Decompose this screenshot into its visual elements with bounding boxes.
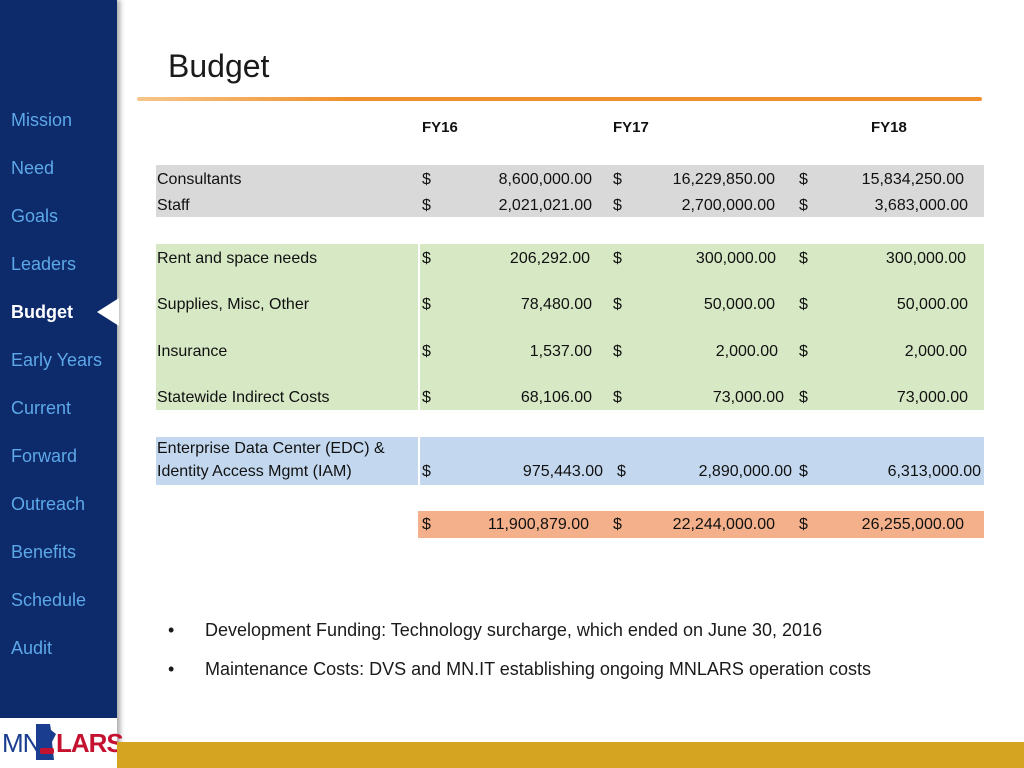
total-fy16: 11,900,879.00 (487, 516, 589, 533)
currency-sign: $ (422, 250, 431, 267)
currency-sign: $ (422, 171, 431, 188)
row-label-edc-line1: Enterprise Data Center (EDC) & (157, 440, 385, 457)
bullet-icon: • (168, 620, 175, 640)
cell-insurance-fy18: 2,000.00 (904, 343, 967, 360)
currency-sign: $ (422, 296, 431, 313)
minnesota-state-icon (36, 724, 56, 760)
nav-item-goals[interactable]: Goals (11, 206, 58, 227)
cell-rent-fy17: 300,000.00 (695, 250, 776, 267)
cell-edc-iam-fy17: 2,890,000.00 (698, 463, 792, 480)
cell-indirect-fy17: 73,000.00 (712, 389, 784, 406)
logo-lars-text: LARS (56, 728, 124, 758)
bullet-icon: • (168, 659, 175, 679)
nav-item-schedule[interactable]: Schedule (11, 590, 86, 611)
cell-edc-iam-fy16: 975,443.00 (522, 463, 603, 480)
cell-staff-fy16: 2,021,021.00 (498, 197, 592, 214)
operating-costs-divider (418, 244, 420, 410)
row-label-consultants: Consultants (157, 171, 242, 188)
currency-sign: $ (617, 463, 626, 480)
cell-rent-fy18: 300,000.00 (885, 250, 966, 267)
nav-item-current[interactable]: Current (11, 398, 71, 419)
cell-insurance-fy16: 1,537.00 (529, 343, 592, 360)
cell-staff-fy18: 3,683,000.00 (874, 197, 968, 214)
active-item-pointer (97, 298, 119, 326)
nav-item-early-years[interactable]: Early Years (11, 350, 102, 371)
currency-sign: $ (799, 516, 808, 533)
currency-sign: $ (799, 389, 808, 406)
row-label-statewide-indirect: Statewide Indirect Costs (157, 389, 330, 406)
currency-sign: $ (422, 516, 431, 533)
column-header-fy18: FY18 (871, 119, 907, 136)
cell-edc-iam-fy18: 6,313,000.00 (887, 463, 981, 480)
nav-item-mission[interactable]: Mission (11, 110, 72, 131)
row-label-insurance: Insurance (157, 343, 228, 360)
currency-sign: $ (799, 343, 808, 360)
currency-sign: $ (613, 197, 622, 214)
currency-sign: $ (799, 171, 808, 188)
cell-supplies-fy17: 50,000.00 (703, 296, 775, 313)
column-header-fy17: FY17 (613, 119, 649, 136)
bullet-text-development-funding: Development Funding: Technology surcharg… (205, 620, 823, 640)
row-label-staff: Staff (157, 197, 190, 214)
total-fy18: 26,255,000.00 (861, 516, 964, 533)
cell-consultants-fy18: 15,834,250.00 (861, 171, 964, 188)
cell-rent-fy16: 206,292.00 (509, 250, 590, 267)
currency-sign: $ (799, 463, 808, 480)
currency-sign: $ (613, 250, 622, 267)
currency-sign: $ (613, 516, 622, 533)
cell-staff-fy17: 2,700,000.00 (681, 197, 775, 214)
cell-indirect-fy18: 73,000.00 (896, 389, 968, 406)
currency-sign: $ (422, 389, 431, 406)
currency-sign: $ (613, 343, 622, 360)
cell-consultants-fy16: 8,600,000.00 (498, 171, 592, 188)
bullet-text-maintenance-costs: Maintenance Costs: DVS and MN.IT establi… (205, 659, 872, 679)
edc-iam-divider (418, 437, 420, 485)
operating-costs-band (156, 244, 984, 410)
sidebar-nav: Mission Need Goals Leaders Budget Early … (0, 0, 119, 768)
row-label-supplies: Supplies, Misc, Other (157, 296, 310, 313)
nav-item-audit[interactable]: Audit (11, 638, 52, 659)
cell-supplies-fy18: 50,000.00 (896, 296, 968, 313)
currency-sign: $ (799, 250, 808, 267)
column-header-fy16: FY16 (422, 119, 458, 136)
cell-consultants-fy17: 16,229,850.00 (672, 171, 775, 188)
row-label-rent: Rent and space needs (157, 250, 318, 267)
nav-item-budget[interactable]: Budget (11, 302, 73, 323)
currency-sign: $ (422, 463, 431, 480)
currency-sign: $ (799, 296, 808, 313)
nav-item-leaders[interactable]: Leaders (11, 254, 76, 275)
total-fy17: 22,244,000.00 (672, 516, 775, 533)
currency-sign: $ (613, 296, 622, 313)
nav-item-need[interactable]: Need (11, 158, 54, 179)
nav-item-forward[interactable]: Forward (11, 446, 77, 467)
footer-bar (117, 742, 1024, 768)
cell-indirect-fy16: 68,106.00 (520, 389, 592, 406)
page-title: Budget (168, 48, 270, 84)
currency-sign: $ (613, 171, 622, 188)
currency-sign: $ (799, 197, 808, 214)
mnlars-logo: MN LARS (0, 718, 124, 768)
row-label-iam-line2: Identity Access Mgmt (IAM) (157, 463, 352, 480)
currency-sign: $ (613, 389, 622, 406)
nav-item-outreach[interactable]: Outreach (11, 494, 85, 515)
cell-supplies-fy16: 78,480.00 (520, 296, 592, 313)
currency-sign: $ (422, 197, 431, 214)
currency-sign: $ (422, 343, 431, 360)
title-underline (137, 97, 982, 101)
nav-item-benefits[interactable]: Benefits (11, 542, 76, 563)
cell-insurance-fy17: 2,000.00 (715, 343, 778, 360)
